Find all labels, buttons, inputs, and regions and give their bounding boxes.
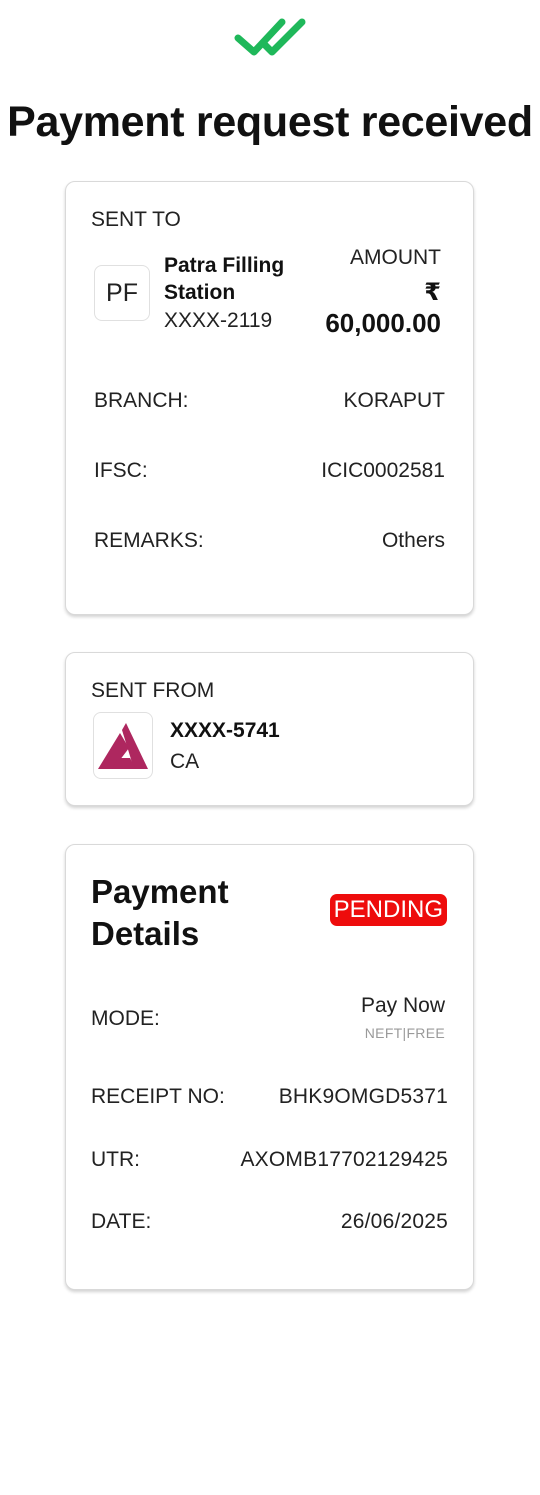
- ifsc-value: ICIC0002581: [321, 459, 445, 482]
- sent-to-card: SENT TO PF Patra Filling Station XXXX-21…: [65, 181, 474, 615]
- receipt-label: RECEIPT NO:: [91, 1085, 225, 1108]
- mode-sub-value: NEFT|FREE: [364, 1025, 445, 1041]
- remarks-label: REMARKS:: [94, 529, 204, 552]
- sender-account-type: CA: [170, 750, 200, 773]
- mode-value: Pay Now: [360, 994, 445, 1017]
- payee-name: Patra Filling Station: [164, 254, 285, 304]
- sent-from-label: SENT FROM: [91, 679, 215, 702]
- utr-value: AXOMB17702129425: [240, 1148, 448, 1171]
- remarks-value: Others: [381, 529, 445, 552]
- payee-account: XXXX-2119: [164, 309, 273, 332]
- payee-avatar: PF: [94, 265, 150, 321]
- ifsc-label: IFSC:: [94, 459, 148, 482]
- date-label: DATE:: [91, 1210, 152, 1233]
- mode-label: MODE:: [91, 1007, 160, 1030]
- axis-bank-logo: [93, 712, 153, 779]
- axis-bank-logo-icon: [98, 723, 148, 769]
- double-check-icon: [234, 18, 306, 56]
- date-value: 26/06/2025: [340, 1210, 448, 1233]
- payment-details-title: Payment Details: [91, 873, 229, 952]
- amount-value: 60,000.00: [325, 308, 441, 338]
- branch-value: KORAPUT: [343, 389, 445, 412]
- sent-from-card: SENT FROM XXXX-5741 CA: [65, 652, 474, 806]
- sent-to-label: SENT TO: [91, 208, 181, 231]
- branch-label: BRANCH:: [94, 389, 189, 412]
- rupee-icon: ₹: [424, 279, 441, 306]
- page-title: Payment request received: [7, 98, 533, 146]
- amount-label: AMOUNT: [350, 246, 441, 269]
- sender-account: XXXX-5741: [170, 719, 280, 742]
- status-badge: PENDING: [329, 894, 447, 926]
- payment-details-card: Payment Details PENDING MODE: Pay Now NE…: [65, 844, 474, 1290]
- receipt-value: BHK9OMGD5371: [278, 1085, 448, 1108]
- payee-avatar-initials: PF: [106, 278, 138, 307]
- utr-label: UTR:: [91, 1148, 140, 1171]
